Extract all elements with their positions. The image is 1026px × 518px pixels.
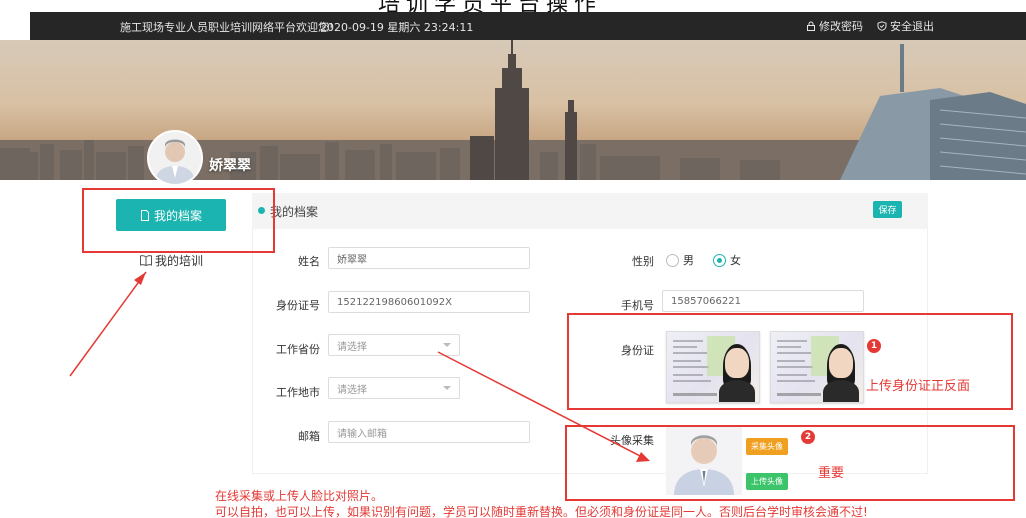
email-label: 邮箱	[298, 430, 320, 443]
user-name: 娇翠翠	[209, 158, 251, 174]
datetime-text: 2020-09-19 星期六 23:24:11	[320, 21, 474, 34]
phone-label: 手机号	[621, 299, 654, 312]
user-avatar[interactable]	[147, 130, 203, 186]
gender-label: 性别	[632, 255, 654, 268]
logout-label: 安全退出	[890, 20, 934, 33]
person-icon	[155, 139, 195, 184]
name-label: 姓名	[298, 255, 320, 268]
annotation-box-head-capture	[565, 425, 1015, 501]
caption-text: 培训学员平台操作	[378, 0, 602, 12]
change-password-label: 修改密码	[819, 20, 863, 33]
gender-option-label: 男	[683, 254, 694, 267]
annotation-box-id-card	[567, 313, 1013, 410]
id-number-input[interactable]: 15212219860601092X	[328, 291, 530, 313]
panel-header	[252, 193, 928, 229]
save-button[interactable]: 保存	[873, 201, 902, 218]
page: 培训学员平台操作 施工现场专业人员职业培训网络平台欢迎您! 2020-09-19…	[0, 0, 1026, 518]
work-city-label: 工作地市	[276, 386, 320, 399]
logout-link[interactable]: 安全退出	[877, 18, 934, 34]
radio-circle	[666, 253, 679, 267]
bottom-note-line-2: 可以自拍，也可以上传，如果识别有问题，学员可以随时重新替换。但必须和身份证是同一…	[215, 505, 868, 518]
email-placeholder: 请输入邮箱	[337, 428, 387, 440]
phone-input[interactable]: 15857066221	[662, 290, 864, 312]
work-city-select[interactable]: 请选择	[328, 377, 460, 399]
top-bar: 施工现场专业人员职业培训网络平台欢迎您! 2020-09-19 星期六 23:2…	[30, 12, 1026, 40]
id-number-label: 身份证号	[276, 299, 320, 312]
welcome-text: 施工现场专业人员职业培训网络平台欢迎您!	[120, 21, 334, 34]
id-upload-note: 上传身份证正反面	[866, 379, 971, 394]
change-password-link[interactable]: 修改密码	[806, 18, 863, 34]
panel-title: 我的档案	[270, 205, 319, 219]
gender-option-label: 女	[730, 254, 741, 267]
gender-radio-male[interactable]: 男	[666, 252, 694, 268]
select-placeholder: 请选择	[337, 341, 367, 353]
name-input[interactable]: 娇翠翠	[328, 247, 530, 269]
bottom-note-line-1: 在线采集或上传人脸比对照片。	[215, 489, 384, 503]
shield-check-icon	[877, 21, 887, 31]
radio-circle-selected	[713, 253, 726, 267]
annotation-badge: 1	[867, 339, 881, 353]
select-placeholder: 请选择	[337, 384, 367, 396]
sidebar-item-label: 我的培训	[155, 254, 204, 268]
top-caption: 培训学员平台操作	[0, 0, 1026, 12]
top-links: 修改密码 安全退出	[806, 18, 934, 34]
annotation-box-sidebar	[82, 188, 275, 253]
email-input[interactable]: 请输入邮箱	[328, 421, 530, 443]
chevron-down-icon	[443, 343, 451, 347]
chevron-down-icon	[443, 386, 451, 390]
book-icon	[140, 255, 152, 266]
work-province-select[interactable]: 请选择	[328, 334, 460, 356]
work-province-label: 工作省份	[276, 343, 320, 356]
lock-icon	[807, 21, 815, 31]
sidebar-item-my-training[interactable]: 我的培训	[140, 252, 203, 269]
gender-radio-female[interactable]: 女	[713, 252, 741, 268]
important-note: 重要	[818, 466, 845, 481]
annotation-badge: 2	[801, 430, 815, 444]
